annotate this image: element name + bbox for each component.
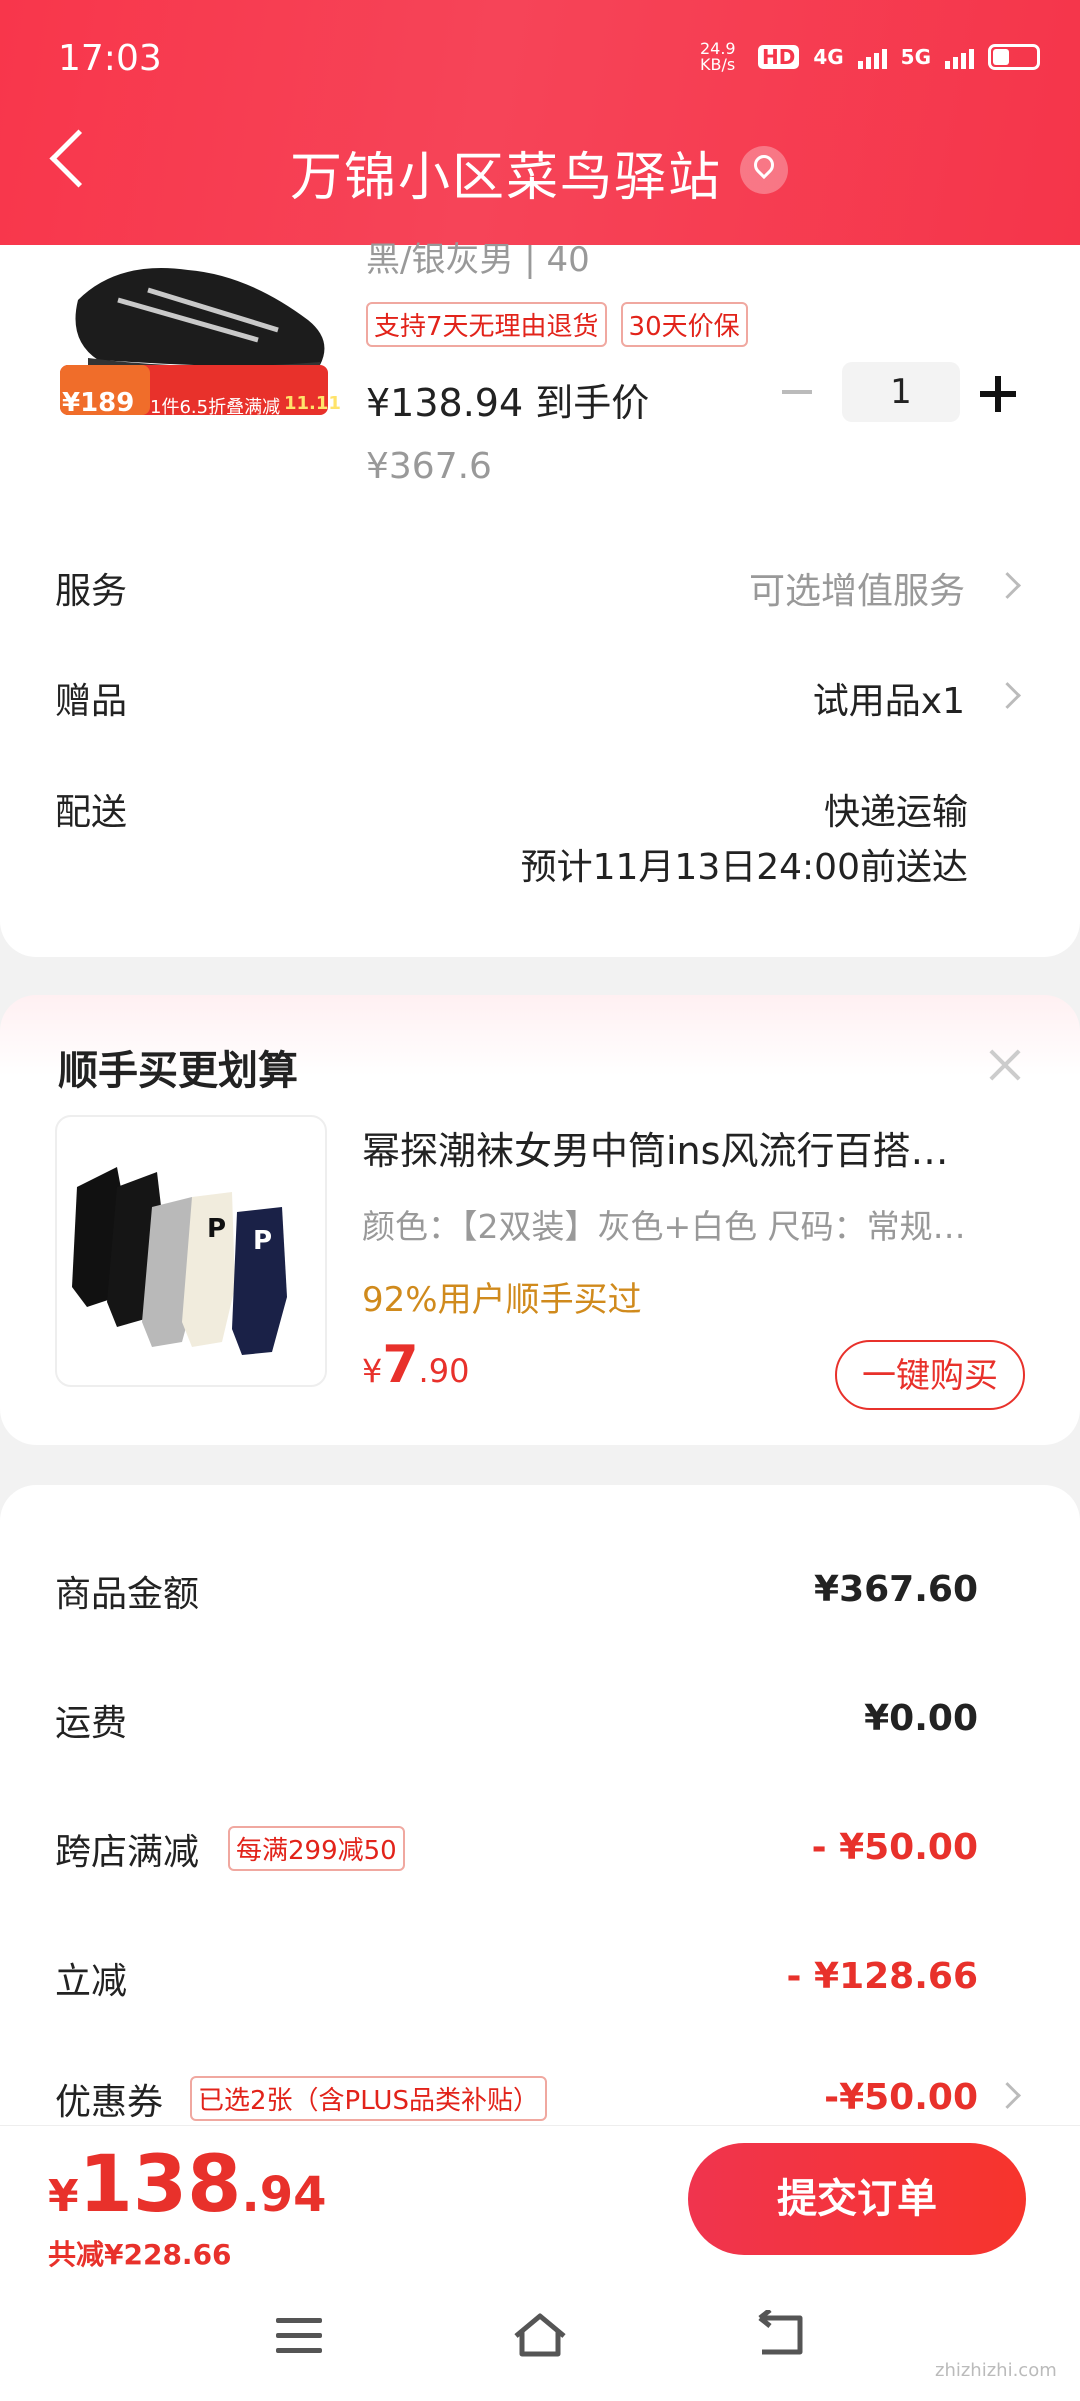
original-price: ¥367.6 (366, 446, 492, 487)
cross-store-label: 跨店满减 (55, 1832, 200, 1873)
quantity-field[interactable]: 1 (842, 362, 960, 422)
signal-5g-icon (945, 45, 974, 69)
instant-discount-value: - ¥128.66 (786, 1956, 978, 1997)
coupon-tag[interactable]: 已选2张（含PLUS品类补贴） (190, 2076, 547, 2121)
submit-order-button[interactable]: 提交订单 (688, 2143, 1026, 2255)
recommend-price-dec: .90 (418, 1352, 470, 1390)
delivery-eta: 预计11月13日24:00前送达 (520, 847, 968, 888)
service-value[interactable]: 可选增值服务 (749, 562, 965, 614)
status-time: 17:03 (58, 38, 162, 79)
return-tag: 支持7天无理由退货 (366, 302, 607, 347)
net-5g-label: 5G (900, 45, 931, 69)
total-saved: 共减¥228.66 (48, 2238, 232, 2271)
cross-store-value: - ¥50.00 (811, 1827, 978, 1868)
recommend-price-int: 7 (382, 1335, 419, 1395)
total-dec: .94 (241, 2167, 327, 2223)
promo-price: ¥189 (62, 388, 135, 418)
goods-amount-value: ¥367.60 (814, 1569, 978, 1610)
recommend-price-symbol: ¥ (362, 1352, 383, 1390)
status-icons: 24.9 KB/s HD 4G 5G (700, 40, 1040, 74)
price-protect-tag: 30天价保 (620, 302, 748, 347)
recommend-name[interactable]: 幂探潮袜女男中筒ins风流行百搭… (362, 1120, 1012, 1175)
network-speed: 24.9 KB/s (699, 39, 736, 74)
decrease-button[interactable] (782, 390, 812, 394)
freight-value: ¥0.00 (864, 1698, 978, 1739)
recommend-bought: 92%用户顺手买过 (362, 1280, 642, 1320)
final-price: ¥138.94 到手价 (366, 372, 649, 427)
total-int: 138 (78, 2140, 242, 2230)
location-pin-icon[interactable] (740, 146, 788, 194)
battery-icon (988, 44, 1040, 70)
cross-store-tag: 每满299减50 (228, 1826, 405, 1871)
increase-button[interactable] (980, 376, 1016, 412)
nav-home-icon[interactable] (510, 2310, 570, 2360)
coupon-label: 优惠券 (55, 2082, 164, 2123)
instant-discount-label: 立减 (55, 1961, 128, 2002)
net-4g-label: 4G (813, 45, 844, 69)
gift-value[interactable]: 试用品x1 (813, 672, 965, 724)
socks-icon: P P (72, 1167, 287, 1355)
delivery-value[interactable]: 快递运输 (824, 783, 968, 835)
signal-4g-icon (857, 45, 887, 69)
svg-text:P: P (207, 1214, 226, 1244)
service-label: 服务 (55, 571, 128, 612)
recommend-spec: 颜色：【2双装】灰色+白色 尺码：常规… (362, 1207, 966, 1246)
goods-amount-label: 商品金额 (55, 1574, 200, 1615)
nav-back-icon[interactable] (752, 2310, 808, 2360)
promo-text: 1件6.5折叠满减 (150, 397, 281, 418)
close-icon[interactable] (985, 1045, 1025, 1085)
nav-menu-icon[interactable] (276, 2318, 322, 2354)
product-spec: 黑/银灰男 | 40 (366, 240, 590, 280)
svg-text:P: P (253, 1226, 272, 1256)
watermark: zhizhizhi.com (935, 2360, 1057, 2381)
gift-label: 赠品 (55, 681, 128, 722)
recommend-image[interactable]: P P (55, 1115, 327, 1387)
recommend-price: ¥7.90 (362, 1335, 469, 1395)
total-price: ¥138.94 (48, 2140, 326, 2230)
freight-label: 运费 (55, 1703, 128, 1744)
service-tags: 支持7天无理由退货 30天价保 (366, 302, 748, 347)
page-title[interactable]: 万锦小区菜鸟驿站 (290, 135, 722, 210)
promo-badge: 11.11 (284, 393, 341, 414)
final-price-label: 到手价 (535, 381, 650, 425)
total-symbol: ¥ (48, 2171, 79, 2222)
recommend-title: 顺手买更划算 (58, 1048, 298, 1094)
one-click-buy-button[interactable]: 一键购买 (835, 1340, 1025, 1410)
coupon-value[interactable]: -¥50.00 (824, 2077, 978, 2118)
hd-icon: HD (757, 45, 800, 69)
final-price-value: ¥138.94 (366, 381, 524, 425)
delivery-label: 配送 (55, 792, 128, 833)
